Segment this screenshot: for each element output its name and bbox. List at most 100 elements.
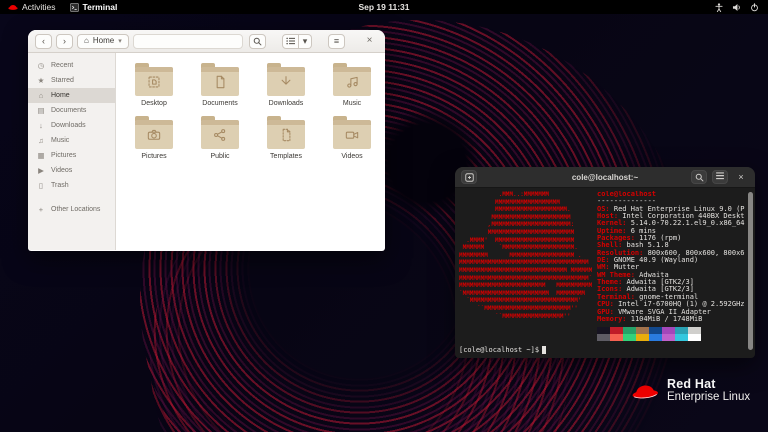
redhat-branding: Red Hat Enterprise Linux [630, 378, 750, 404]
sidebar-item-label: Trash [51, 182, 69, 189]
menu-button[interactable]: ≡ [328, 33, 345, 49]
palette-swatch [688, 327, 701, 335]
sidebar-item-recent[interactable]: ◷ Recent [28, 58, 115, 73]
terminal-body[interactable]: .MMM..:MMMMMMM MMMMMMMMMMMMMMMMMM MMMMMM… [455, 188, 755, 357]
back-button[interactable]: ‹ [35, 33, 52, 49]
power-icon[interactable] [750, 2, 759, 12]
sidebar-item-label: Recent [51, 62, 74, 69]
terminal-close-button[interactable]: × [733, 170, 749, 184]
palette-swatch [636, 327, 649, 335]
accessibility-icon[interactable] [715, 2, 723, 12]
camera-emblem-icon [147, 130, 161, 141]
folder-label: Desktop [141, 100, 167, 107]
sidebar-item-label: Starred [51, 77, 74, 84]
starred-icon: ★ [37, 76, 45, 85]
sidebar-item-other-locations[interactable]: + Other Locations [28, 202, 115, 217]
home-icon: ⌂ [38, 91, 44, 100]
view-options-dropdown[interactable]: ▾ [299, 33, 312, 49]
folder-label: Templates [270, 153, 302, 160]
chevron-down-icon: ▾ [118, 37, 122, 45]
new-tab-icon [464, 172, 474, 182]
download-emblem-icon [281, 76, 291, 86]
sidebar-item-label: Pictures [51, 152, 77, 159]
videos-icon: ▶ [38, 166, 44, 175]
sidebar-item-downloads[interactable]: ↓ Downloads [28, 118, 115, 133]
sidebar-item-home[interactable]: ⌂ Home [28, 88, 115, 103]
location-label: Home [92, 36, 115, 45]
folder-desktop[interactable]: Desktop [121, 60, 187, 113]
folder-icon [135, 63, 173, 96]
terminal-scrollbar[interactable] [748, 192, 753, 350]
music-emblem-icon [347, 77, 358, 88]
recent-icon: ◷ [37, 61, 45, 70]
brand-line2: Enterprise Linux [667, 391, 751, 403]
terminal-header-bar: cole@localhost:~ ≡ × [455, 167, 755, 188]
documents-icon: ▤ [37, 106, 45, 115]
top-bar: Activities Terminal Sep 19 11:31 [0, 0, 768, 14]
sidebar-item-trash[interactable]: ▯ Trash [28, 178, 115, 193]
files-close-button[interactable]: × [361, 34, 378, 49]
forward-button[interactable]: › [56, 33, 73, 49]
neofetch-info: cole@localhost -------------- OS: Red Ha… [597, 191, 745, 342]
folder-label: Music [342, 100, 362, 107]
view-toggle-button[interactable] [282, 33, 299, 49]
files-sidebar: ◷ Recent ★ Starred ⌂ Home ▤ Documents ↓ Downloads… [28, 53, 116, 250]
brand-line1: Red Hat [667, 377, 716, 391]
sidebar-item-pictures[interactable]: ▦ Pictures [28, 148, 115, 163]
terminal-window: cole@localhost:~ ≡ × .MMM..:MMMMMMM MMMM… [455, 167, 755, 358]
close-icon: × [738, 172, 744, 182]
palette-swatch [623, 334, 636, 342]
sidebar-item-label: Other Locations [51, 206, 101, 213]
files-header-bar: ‹ › ⌂ Home ▾ ▾ ≡ × [28, 30, 385, 53]
path-bar-strip[interactable] [132, 33, 243, 49]
folder-videos[interactable]: Videos [319, 113, 385, 166]
search-button[interactable] [249, 33, 266, 49]
sidebar-item-starred[interactable]: ★ Starred [28, 73, 115, 88]
folder-label: Pictures [141, 153, 167, 160]
sidebar-item-documents[interactable]: ▤ Documents [28, 103, 115, 118]
new-tab-button[interactable] [461, 170, 477, 184]
redhat-fedora-logo-icon [632, 385, 658, 398]
location-breadcrumb[interactable]: ⌂ Home ▾ [77, 33, 129, 49]
terminal-menu-button[interactable]: ≡ [712, 168, 728, 185]
folder-icon [267, 116, 305, 149]
palette-swatch [610, 334, 623, 342]
sidebar-item-videos[interactable]: ▶ Videos [28, 163, 115, 178]
files-window: ‹ › ⌂ Home ▾ ▾ ≡ × ◷ Recent ★ Starred ⌂ … [28, 30, 385, 251]
folder-pictures[interactable]: Pictures [121, 113, 187, 166]
desktop-emblem-icon [148, 76, 160, 88]
folder-public[interactable]: Public [187, 113, 253, 166]
back-icon: ‹ [42, 35, 45, 46]
folder-templates[interactable]: Templates [253, 113, 319, 166]
trash-icon: ▯ [38, 181, 44, 190]
sidebar-item-label: Documents [51, 107, 87, 114]
palette-swatch [623, 327, 636, 335]
terminal-cursor [542, 346, 547, 355]
chevron-down-icon: ▾ [302, 35, 308, 46]
document-emblem-icon [216, 76, 225, 89]
palette-swatch [610, 327, 623, 335]
clock[interactable]: Sep 19 11:31 [0, 2, 768, 12]
sidebar-item-label: Downloads [51, 122, 86, 129]
sidebar-item-music[interactable]: ♫ Music [28, 133, 115, 148]
folder-label: Public [210, 153, 230, 160]
folder-label: Documents [202, 100, 238, 107]
terminal-color-palette [597, 327, 745, 342]
terminal-search-button[interactable] [691, 170, 707, 184]
folder-documents[interactable]: Documents [187, 60, 253, 113]
home-icon: ⌂ [84, 36, 89, 45]
volume-icon[interactable] [732, 3, 741, 12]
palette-swatch [662, 327, 675, 335]
downloads-icon: ↓ [39, 121, 43, 130]
template-emblem-icon [282, 129, 291, 142]
sidebar-item-label: Music [51, 137, 70, 144]
palette-swatch [649, 334, 662, 342]
forward-icon: › [63, 35, 66, 46]
folder-downloads[interactable]: Downloads [253, 60, 319, 113]
folder-icon [201, 116, 239, 149]
palette-swatch [675, 334, 688, 342]
close-icon: × [366, 35, 373, 46]
palette-swatch [597, 327, 610, 335]
folder-music[interactable]: Music [319, 60, 385, 113]
folder-icon [135, 116, 173, 149]
